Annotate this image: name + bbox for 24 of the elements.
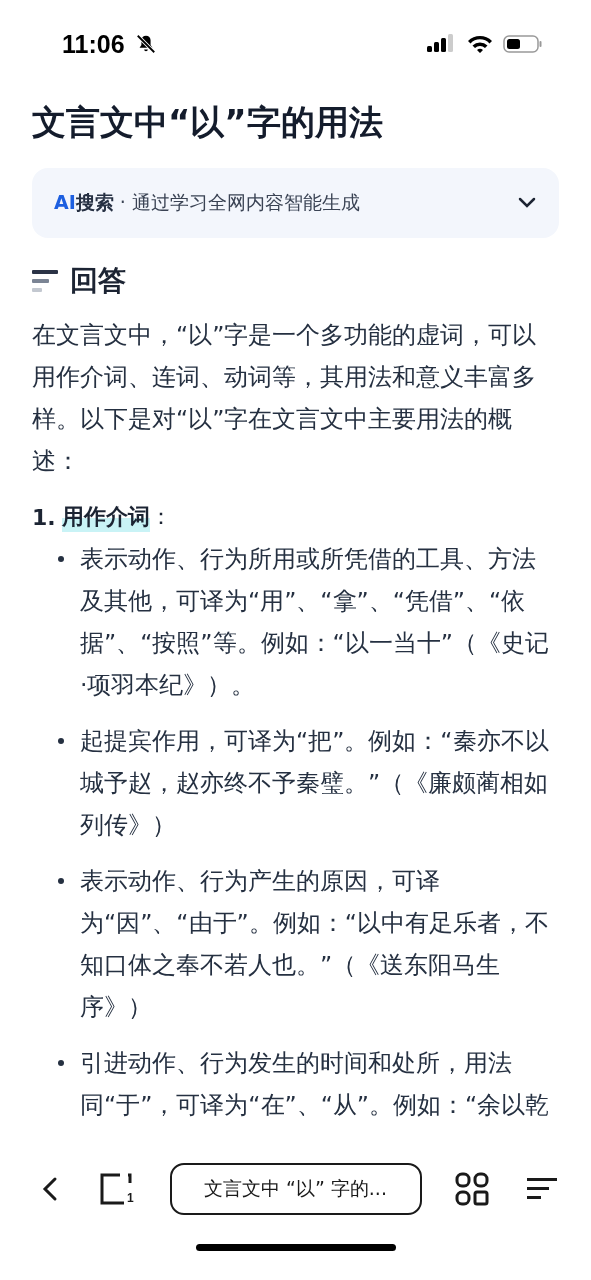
page-title: 文言文中“以”字的用法 (32, 101, 384, 144)
bullet-dot (58, 1060, 64, 1066)
bullet-dot (58, 738, 64, 744)
bullet-text: 起提宾作用，可译为“把”。例如：“秦亦不以城予赵，赵亦终不予秦璧。”（《廉颇蔺相如列传》） (80, 727, 549, 839)
wifi-icon (467, 34, 493, 54)
chevron-down-icon (517, 196, 537, 210)
colon: ： (149, 503, 172, 531)
address-bar[interactable]: 文言文中 “以” 字的... (169, 1163, 422, 1215)
answer-heading: 回答 (70, 263, 126, 299)
bullet-text: 表示动作、行为产生的原因，可译为“因”、“由于”。例如：“以中有足乐者，不知口体之奉不若人也。”（《送东阳马生序》） (80, 867, 549, 1021)
lines-icon (32, 269, 58, 293)
menu-icon (527, 1176, 557, 1202)
list-number: 1. (32, 504, 56, 530)
status-time: 11:06 (62, 29, 125, 59)
intro-paragraph: 在文言文中，“以”字是一个多功能的虚词，可以用作介词、连词、动词等，其用法和意义丰富多样。以下是对“以”字在文言文中主要用法的概述： (32, 320, 538, 477)
bullet-dot (58, 878, 64, 884)
bullet-dot (58, 556, 64, 562)
ai-search-banner[interactable]: AI搜索 · 通过学习全网内容智能生成 (32, 168, 559, 238)
grid-icon (455, 1172, 490, 1206)
bullet-text: 引进动作、行为发生的时间和处所，用法同“于”，可译为“在”、“从”。例如：“余以乾 (80, 1049, 550, 1119)
battery-icon (503, 34, 543, 54)
bullet-text: 表示动作、行为所用或所凭借的工具、方法及其他，可译为“用”、“拿”、“凭借”、“依据”、“按照”等。例如：“以一当十”（《史记·项羽本纪》）。 (80, 545, 549, 699)
section-heading: 用作介词 (61, 502, 150, 532)
tabs-button[interactable]: 1 (93, 1167, 140, 1211)
